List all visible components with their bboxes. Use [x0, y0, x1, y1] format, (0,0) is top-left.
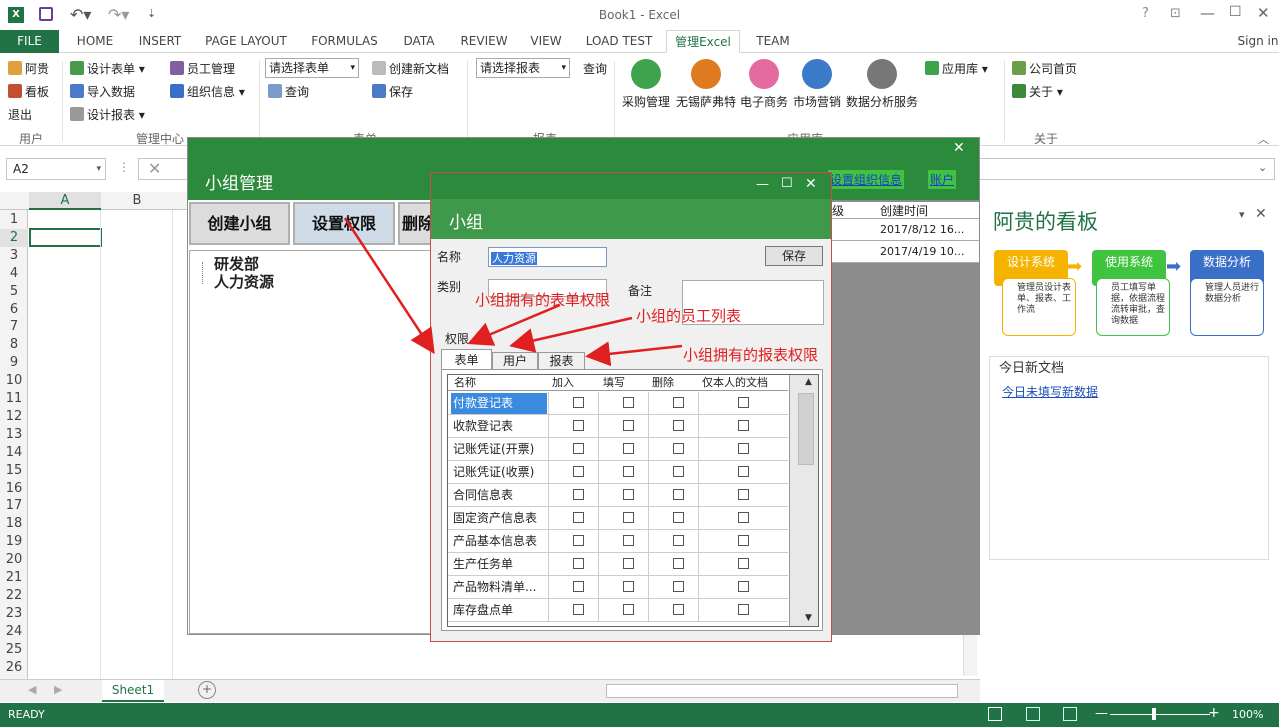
annotation-form-permission: 小组拥有的表单权限	[475, 291, 611, 309]
arrow-set-permission	[343, 217, 435, 355]
annotation-arrows	[343, 217, 683, 367]
annotation-user-list: 小组的员工列表	[636, 307, 742, 325]
arrow-report-permission	[585, 341, 683, 367]
annotation-report-permission: 小组拥有的报表权限	[683, 346, 819, 364]
arrow-user-list	[509, 316, 633, 353]
